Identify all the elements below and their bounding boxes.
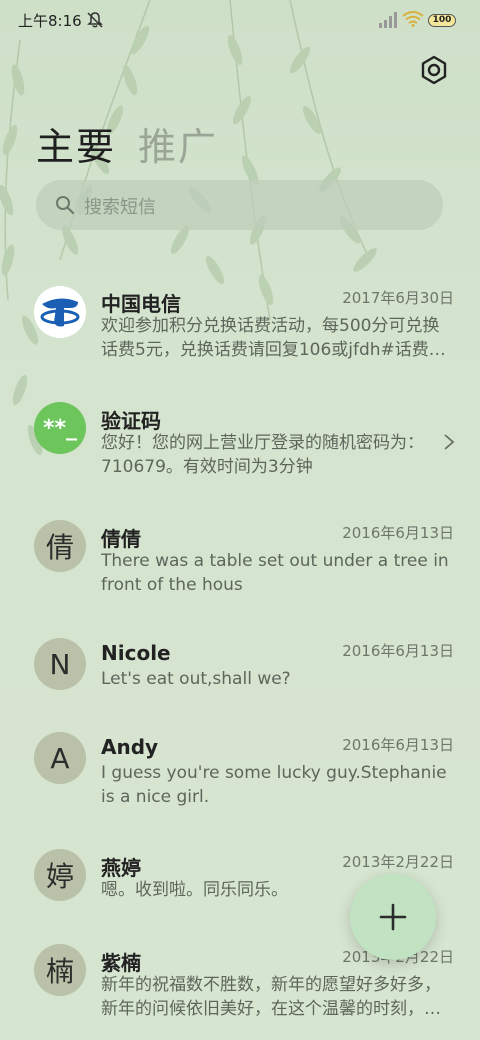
status-time: 上午8:16 [18, 12, 82, 30]
tab-promo[interactable]: 推广 [138, 116, 218, 171]
message-date: 2016年6月13日 [342, 736, 454, 754]
wifi-icon [402, 11, 424, 27]
conversation-item[interactable]: 倩 倩倩 2016年6月13日 There was a table set ou… [0, 518, 480, 618]
contact-avatar: 楠 [34, 944, 86, 996]
sender-name: 倩倩 [101, 527, 141, 551]
search-input[interactable]: 搜索短信 [36, 180, 443, 230]
china-telecom-logo-icon [34, 286, 86, 338]
message-preview: 您好！您的网上营业厅登录的随机密码为：710679。有效时间为3分钟 [101, 433, 424, 477]
contact-avatar: A [34, 732, 86, 784]
china-telecom-logo-avatar [34, 286, 86, 338]
message-preview: 欢迎参加积分兑换话费活动，每500分可兑换话费5元，兑换话费请回复106或jfd… [101, 316, 446, 360]
verification-avatar: **_ [34, 402, 86, 454]
battery-icon: 100 [428, 14, 456, 27]
message-preview: Let's eat out,shall we? [101, 669, 291, 689]
messages-screen: 上午8:16 100 主要 推广 搜索短信 中国电信 2017年6月30日 欢迎… [0, 0, 480, 1040]
conversation-item[interactable]: 中国电信 2017年6月30日 欢迎参加积分兑换话费活动，每500分可兑换话费5… [0, 280, 480, 380]
chevron-right-icon [444, 434, 455, 450]
search-placeholder: 搜索短信 [84, 197, 156, 218]
conversation-item[interactable]: **_ 验证码 您好！您的网上营业厅登录的随机密码为：710679。有效时间为3… [0, 400, 480, 500]
sender-name: Andy [101, 735, 159, 759]
conversation-item[interactable]: A Andy 2016年6月13日 I guess you're some lu… [0, 730, 480, 830]
contact-avatar: 婷 [34, 849, 86, 901]
new-message-button[interactable] [350, 874, 436, 960]
tab-main[interactable]: 主要 [36, 116, 116, 171]
message-date: 2013年2月22日 [342, 853, 454, 871]
message-date: 2016年6月13日 [342, 642, 454, 660]
sender-name: 验证码 [101, 409, 161, 433]
plus-icon [379, 903, 407, 931]
message-preview: I guess you're some lucky guy.Stephanie … [101, 763, 447, 807]
search-icon [56, 196, 75, 215]
message-preview: 新年的祝福数不胜数，新年的愿望好多好多，新年的问候依旧美好，在这个温馨的时刻，… [101, 975, 441, 1019]
settings-gear-icon[interactable] [416, 52, 452, 88]
message-date: 2016年6月13日 [342, 524, 454, 542]
mute-icon [87, 12, 103, 28]
status-bar: 上午8:16 100 [0, 0, 480, 40]
sender-name: 燕婷 [101, 856, 141, 880]
contact-avatar: N [34, 638, 86, 690]
sender-name: 中国电信 [101, 292, 181, 316]
message-date: 2017年6月30日 [342, 289, 454, 307]
sender-name: 紫楠 [101, 951, 141, 975]
signal-icon [379, 12, 397, 28]
contact-avatar: 倩 [34, 520, 86, 572]
sender-name: Nicole [101, 641, 171, 665]
conversation-item[interactable]: N Nicole 2016年6月13日 Let's eat out,shall … [0, 636, 480, 736]
message-preview: There was a table set out under a tree i… [101, 551, 449, 595]
